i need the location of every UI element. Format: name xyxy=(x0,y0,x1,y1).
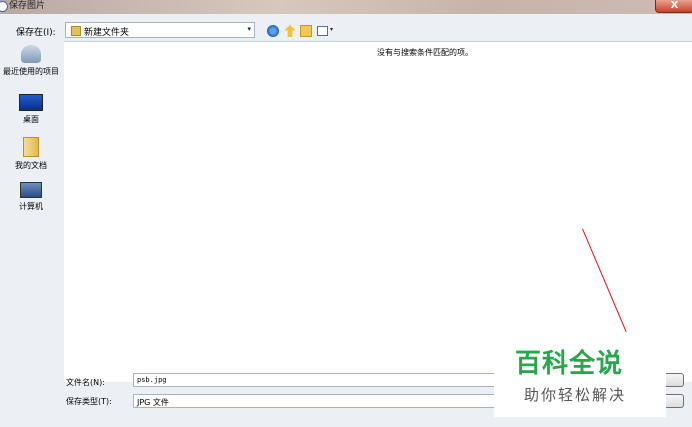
place-documents[interactable]: 我的文档 xyxy=(0,137,62,171)
close-button[interactable]: X xyxy=(655,0,692,13)
filename-label: 文件名(N): xyxy=(66,378,105,387)
chevron-down-icon[interactable]: ▾ xyxy=(247,25,251,33)
documents-icon xyxy=(23,137,39,157)
new-folder-button[interactable] xyxy=(300,25,312,37)
title-bar: 保存图片 X xyxy=(0,0,692,14)
place-label: 我的文档 xyxy=(15,161,47,170)
folder-icon xyxy=(71,26,81,36)
save-in-dropdown[interactable]: 新建文件夹 ▾ xyxy=(65,22,255,38)
views-dropdown-icon[interactable]: ▾ xyxy=(330,26,333,33)
watermark: 百科全说 助你轻松解决 xyxy=(494,345,666,417)
app-icon xyxy=(0,1,8,12)
up-folder-button[interactable] xyxy=(284,25,296,37)
empty-message: 没有与搜索条件匹配的项。 xyxy=(377,48,473,57)
views-button[interactable] xyxy=(317,26,328,36)
place-label: 最近使用的项目 xyxy=(3,67,59,76)
place-computer[interactable]: 计算机 xyxy=(0,182,62,212)
computer-icon xyxy=(20,182,42,198)
file-list[interactable]: 没有与搜索条件匹配的项。 xyxy=(64,41,692,382)
save-dialog: 保存在(I): 新建文件夹 ▾ ▾ 最近使用的项目 桌面 我的文档 计算机 没有… xyxy=(0,14,692,427)
recent-items-icon xyxy=(21,45,41,63)
save-in-label: 保存在(I): xyxy=(16,28,56,38)
back-button[interactable] xyxy=(267,25,279,37)
watermark-subtitle: 助你轻松解决 xyxy=(524,386,627,404)
filetype-label: 保存类型(T): xyxy=(66,397,112,406)
watermark-title: 百科全说 xyxy=(515,349,624,379)
desktop-icon xyxy=(19,94,43,111)
places-bar: 最近使用的项目 桌面 我的文档 计算机 xyxy=(0,41,62,376)
place-recent-items[interactable]: 最近使用的项目 xyxy=(0,45,62,77)
place-label: 计算机 xyxy=(19,202,43,211)
place-desktop[interactable]: 桌面 xyxy=(0,94,62,125)
current-folder-name: 新建文件夹 xyxy=(84,28,130,38)
window-title: 保存图片 xyxy=(9,1,46,11)
place-label: 桌面 xyxy=(23,115,39,124)
filetype-value: JPG 文件 xyxy=(137,398,169,407)
